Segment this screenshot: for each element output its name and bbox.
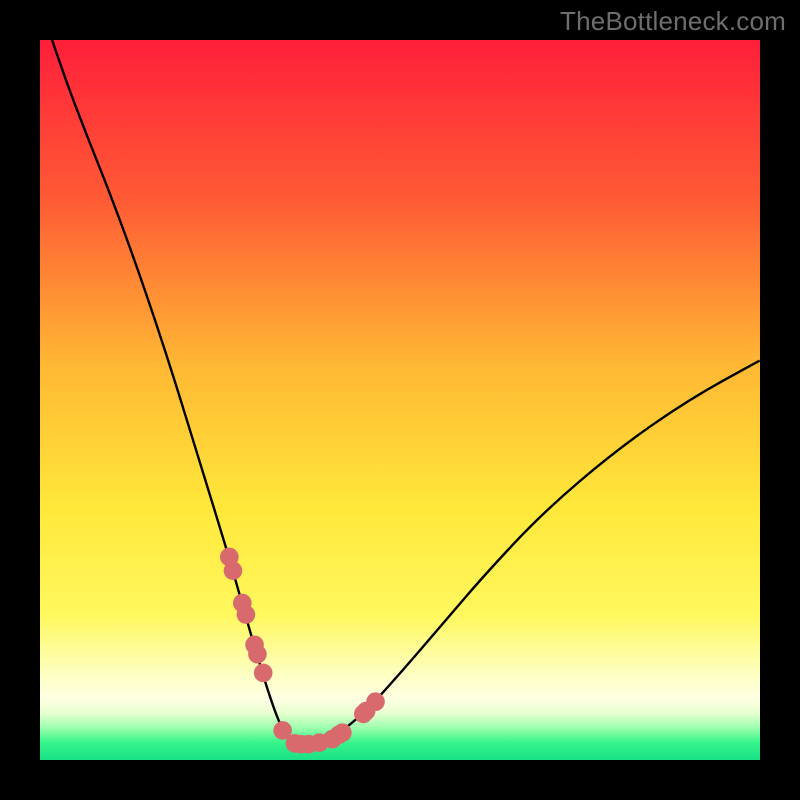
marker-dot bbox=[334, 724, 352, 742]
chart-svg bbox=[40, 40, 760, 760]
marker-dot bbox=[224, 562, 242, 580]
marker-dot bbox=[249, 645, 267, 663]
chart-frame: TheBottleneck.com bbox=[0, 0, 800, 800]
watermark-text: TheBottleneck.com bbox=[560, 6, 786, 37]
plot-area bbox=[40, 40, 760, 760]
marker-dot bbox=[367, 693, 385, 711]
marker-dot bbox=[237, 606, 255, 624]
marker-dot bbox=[254, 664, 272, 682]
gradient-background bbox=[40, 40, 760, 760]
